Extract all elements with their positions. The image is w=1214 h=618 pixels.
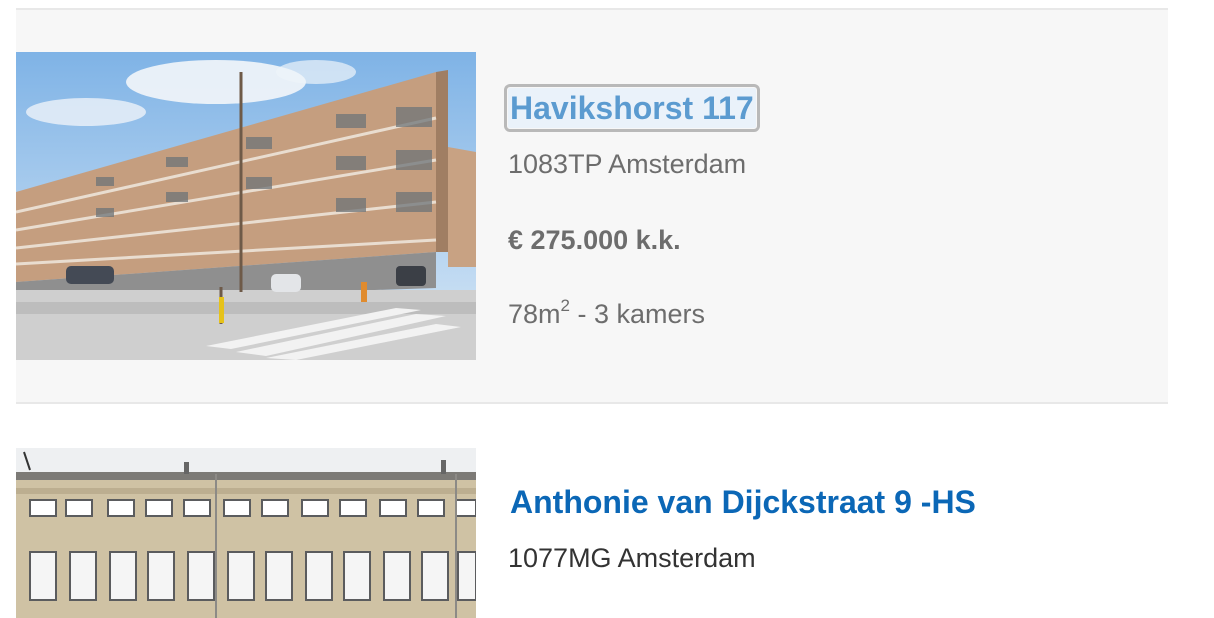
listing-info: Anthonie van Dijckstraat 9 -HS 1077MG Am…: [508, 482, 1148, 574]
listing-rooms: - 3 kamers: [570, 299, 706, 329]
area-unit-superscript: 2: [560, 296, 570, 315]
listing-price: € 275.000 k.k.: [508, 225, 681, 255]
listing-photo[interactable]: [16, 52, 476, 360]
listing-info: Havikshorst 117 1083TP Amsterdam € 275.0…: [504, 84, 1148, 330]
listing-photo[interactable]: [16, 448, 476, 618]
listing-specs: 78m2 - 3 kamers: [508, 296, 1148, 330]
listing-results: Havikshorst 117 1083TP Amsterdam € 275.0…: [16, 8, 1168, 618]
listing-title-link[interactable]: Anthonie van Dijckstraat 9 -HS: [508, 482, 978, 522]
listing-card[interactable]: Havikshorst 117 1083TP Amsterdam € 275.0…: [16, 10, 1168, 404]
listing-postcode-city: 1083TP Amsterdam: [508, 149, 747, 179]
listing-card[interactable]: Anthonie van Dijckstraat 9 -HS 1077MG Am…: [16, 404, 1168, 618]
listing-postcode-city: 1077MG Amsterdam: [508, 543, 756, 573]
listing-area: 78m: [508, 299, 561, 329]
listing-title-link[interactable]: Havikshorst 117: [504, 84, 760, 132]
